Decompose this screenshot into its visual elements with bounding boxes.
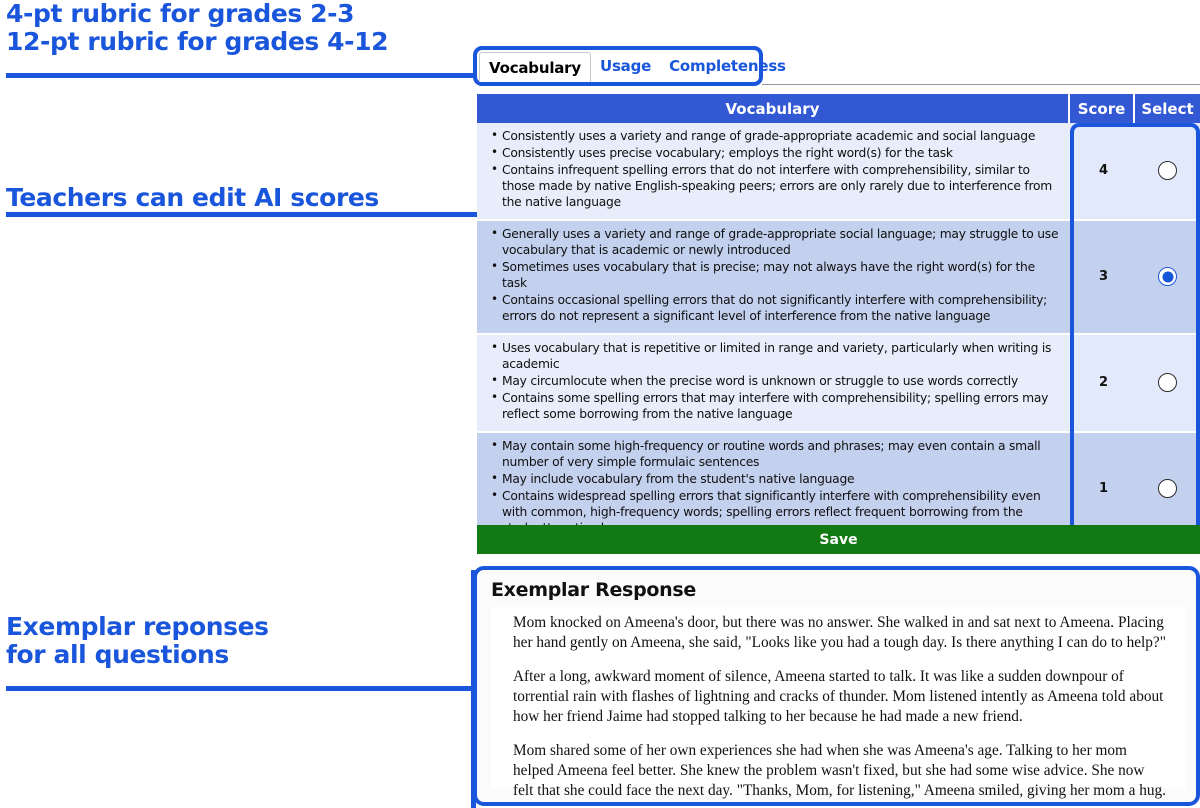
criteria-bullet: Contains occasional spelling errors that… xyxy=(491,292,1062,325)
exemplar-paragraph: Mom knocked on Ameena's door, but there … xyxy=(513,614,1166,652)
exemplar-paragraph: After a long, awkward moment of silence,… xyxy=(513,667,1164,726)
tab-usage[interactable]: Usage xyxy=(591,52,660,80)
score-value: 2 xyxy=(1098,375,1109,391)
criteria-cell: Generally uses a variety and range of gr… xyxy=(477,220,1072,333)
table-row: Generally uses a variety and range of gr… xyxy=(477,220,1200,335)
select-cell[interactable] xyxy=(1135,334,1200,431)
save-button[interactable]: Save xyxy=(477,525,1200,554)
score-value: 4 xyxy=(1098,163,1109,179)
tab-strip-divider xyxy=(762,84,1200,85)
criteria-bullet: Generally uses a variety and range of gr… xyxy=(491,226,1062,259)
annotation-exemplar-leader-line xyxy=(6,686,476,691)
score-value: 1 xyxy=(1098,481,1109,497)
criteria-cell: Consistently uses a variety and range of… xyxy=(477,123,1072,219)
criteria-bullet: May circumlocute when the precise word i… xyxy=(491,373,1062,390)
tab-vocabulary[interactable]: Vocabulary xyxy=(479,52,591,82)
rubric-table-body: Consistently uses a variety and range of… xyxy=(477,123,1200,547)
rubric-table-header-row: Vocabulary Score Select xyxy=(477,94,1200,123)
criteria-bullet: Consistently uses precise vocabulary; em… xyxy=(491,145,1062,162)
criteria-bullet: Contains some spelling errors that may i… xyxy=(491,390,1062,423)
column-header-select: Select xyxy=(1135,94,1200,123)
criteria-bullet: Consistently uses a variety and range of… xyxy=(491,128,1062,145)
annotation-edit-scores-leader-line xyxy=(6,212,479,217)
table-row: Consistently uses a variety and range of… xyxy=(477,123,1200,221)
table-row: Uses vocabulary that is repetitive or li… xyxy=(477,334,1200,433)
criteria-cell: Uses vocabulary that is repetitive or li… xyxy=(477,334,1072,431)
exemplar-response-panel: Exemplar Response Mom knocked on Ameena'… xyxy=(473,566,1200,806)
rubric-tab-strip: Vocabulary Usage Completeness xyxy=(473,46,786,86)
score-cell: 3 xyxy=(1072,220,1135,333)
criteria-bullet: May include vocabulary from the student'… xyxy=(491,471,1062,488)
score-radio-3[interactable] xyxy=(1158,267,1177,287)
score-radio-1[interactable] xyxy=(1158,479,1177,499)
exemplar-response-title: Exemplar Response xyxy=(491,579,696,601)
annotation-exemplar-label: Exemplar reponses for all questions xyxy=(6,612,269,669)
annotation-rubric-label: 4-pt rubric for grades 2-3 12-pt rubric … xyxy=(6,0,389,56)
rubric-table: Vocabulary Score Select Consistently use… xyxy=(477,94,1200,547)
score-cell: 4 xyxy=(1072,123,1135,219)
score-radio-4[interactable] xyxy=(1158,161,1177,181)
select-cell[interactable] xyxy=(1135,220,1200,333)
exemplar-paragraph: Mom shared some of her own experiences s… xyxy=(513,741,1166,800)
exemplar-response-body: Mom knocked on Ameena's door, but there … xyxy=(491,607,1186,799)
criteria-bullet: Sometimes uses vocabulary that is precis… xyxy=(491,259,1062,292)
score-cell: 2 xyxy=(1072,334,1135,431)
criteria-bullet: Contains infrequent spelling errors that… xyxy=(491,162,1062,211)
tab-completeness[interactable]: Completeness xyxy=(660,52,795,80)
score-value: 3 xyxy=(1098,269,1109,285)
annotation-rubric-leader-line xyxy=(6,73,485,78)
criteria-bullet: Uses vocabulary that is repetitive or li… xyxy=(491,340,1062,373)
column-header-score: Score xyxy=(1070,94,1133,123)
select-cell[interactable] xyxy=(1135,123,1200,219)
criteria-bullet: May contain some high-frequency or routi… xyxy=(491,438,1062,471)
score-radio-2[interactable] xyxy=(1158,373,1177,393)
column-header-criteria: Vocabulary xyxy=(477,94,1068,123)
annotation-edit-scores-label: Teachers can edit AI scores xyxy=(6,183,379,212)
